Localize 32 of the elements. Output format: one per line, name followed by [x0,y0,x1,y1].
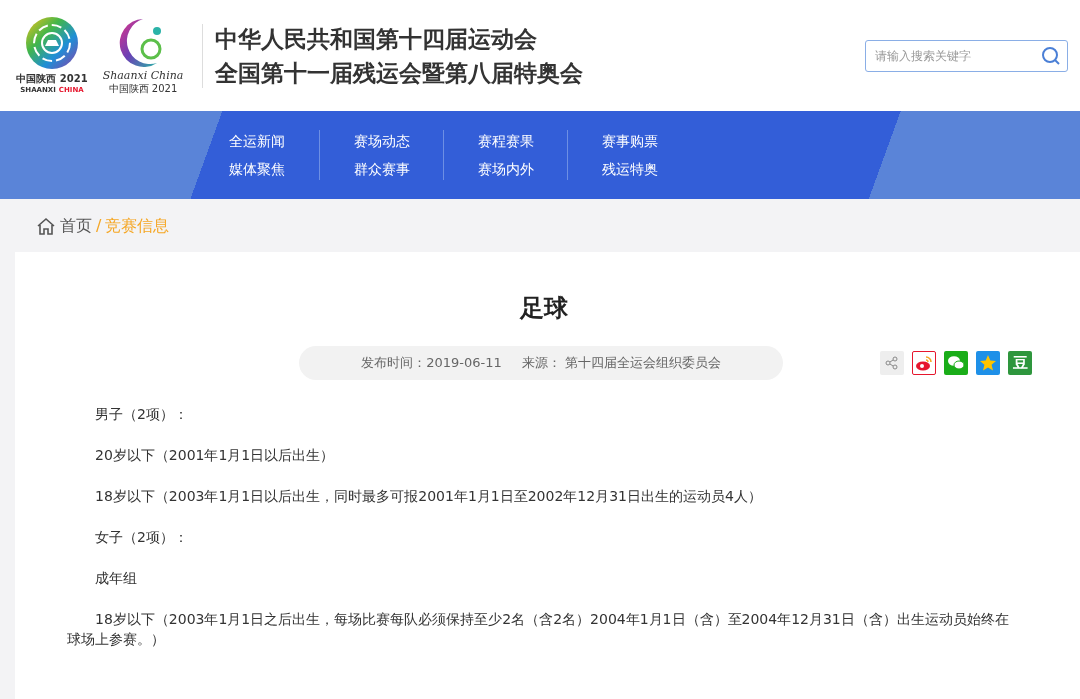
nav-link[interactable]: 赛场内外 [477,158,534,180]
logo-caption: 中国陕西 2021 [108,83,178,96]
site-title: 全国第十一届残运会暨第八届特奥会 [215,58,583,88]
publish-date: 发布时间：2019-06-11 [361,354,502,373]
article-title: 足球 [518,293,569,324]
emblem-icon [25,16,79,71]
nav-link[interactable]: 全运新闻 [229,130,285,152]
article-paragraph: 女子（2项）： [94,528,189,547]
breadcrumb-link[interactable]: 首页 [60,213,92,238]
search-field[interactable]: 请输入搜索关键字 [865,39,1068,72]
nav-link[interactable]: 赛场动态 [353,130,410,152]
logo-caption: 中国陕西 2021 [16,73,88,86]
logo-caption: Shaanxi China [102,69,184,83]
article-paragraph: 18岁以下（2003年1月1日以后出生，同时最多可报2001年1月1日至2002年12月31日出生的运动员4人） [94,487,763,506]
douban-button[interactable]: 豆 [1008,351,1032,375]
source-text: 来源： 第十四届全运会组织委员会 [521,354,721,373]
article-paragraph: 20岁以下（2001年1月1日以后出生） [94,446,336,465]
nav-link[interactable]: 媒体聚焦 [229,158,285,180]
home-icon[interactable] [36,216,56,235]
article-paragraph: 男子（2项）： [94,405,189,424]
article-paragraph: 18岁以下（2003年1月1日之后出生，每场比赛每队必须保持至少2名（含2名）2004年1月1日（含）至2004年12月31日（含）出生运动员始终在球场上参赛。） [67,610,1010,649]
article-paragraph: 成年组 [94,569,138,588]
nav-link[interactable]: 赛事购票 [601,130,658,152]
share-icon[interactable] [880,351,904,375]
breadcrumb-separator: / [96,214,102,237]
weibo-icon[interactable] [912,351,936,375]
wechat-icon[interactable] [944,351,968,375]
nav-link[interactable]: 群众赛事 [353,158,410,180]
search-icon[interactable] [1041,45,1061,66]
nav-link[interactable]: 残运特奥 [601,158,658,180]
site-title: 中华人民共和国第十四届运动会 [215,24,538,54]
nav-link[interactable]: 赛程赛果 [477,130,534,152]
